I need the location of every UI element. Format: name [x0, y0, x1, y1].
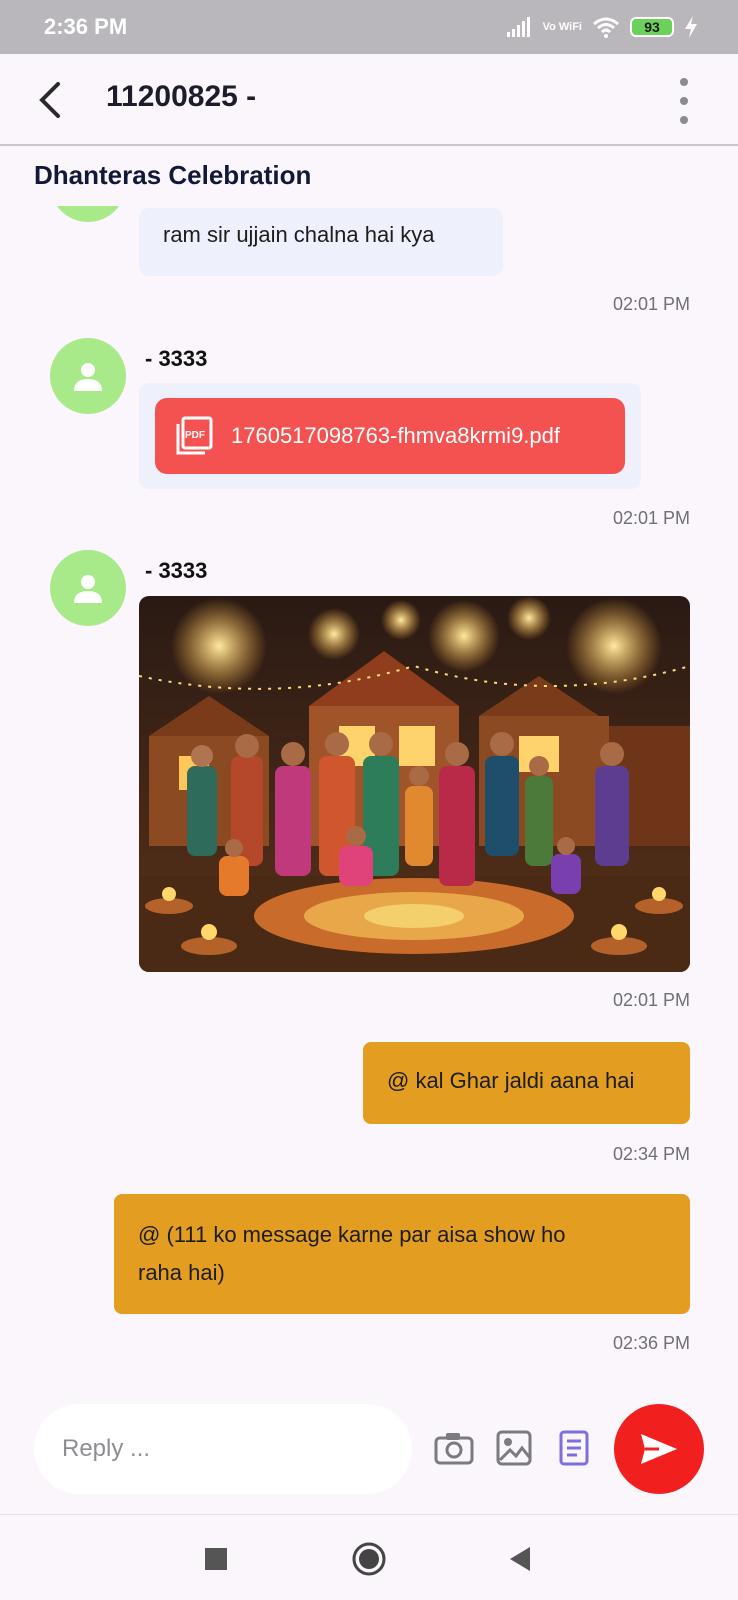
dot-icon	[680, 116, 688, 124]
message-time: 02:01 PM	[612, 990, 690, 1010]
system-navigation-bar	[0, 1514, 738, 1600]
camera-button[interactable]	[432, 1426, 476, 1470]
send-icon	[641, 1434, 677, 1464]
gallery-button[interactable]	[492, 1426, 536, 1470]
file-name: 1760517098763-fhmva8krmi9.pdf	[231, 423, 561, 448]
group-name: Dhanteras Celebration	[34, 160, 312, 190]
message-time: 02:34 PM	[612, 1144, 690, 1164]
camera-icon	[434, 1433, 474, 1465]
avatar	[50, 550, 126, 626]
message-bubble[interactable]: ram sir ujjain chalna hai kya	[139, 208, 503, 276]
back-arrow-icon	[39, 82, 60, 118]
recents-button[interactable]	[196, 1539, 236, 1579]
outgoing-message-bubble[interactable]: @ kal Ghar jaldi aana hai	[363, 1042, 690, 1124]
reply-input[interactable]	[34, 1404, 412, 1494]
wifi-icon	[593, 17, 619, 38]
pdf-icon: PDF	[176, 416, 213, 455]
message-text-line: raha hai)	[138, 1260, 225, 1285]
status-bar: 2:36 PM Vo WiFi 93	[0, 0, 738, 54]
sender-name: - 3333	[145, 558, 208, 583]
app-bar: 11200825 -	[0, 54, 738, 146]
home-button[interactable]	[349, 1539, 389, 1579]
chat-title: 11200825 -	[106, 80, 257, 113]
status-icons: Vo WiFi 93	[506, 16, 698, 38]
avatar	[50, 338, 126, 414]
message-text: @ kal Ghar jaldi aana hai	[387, 1068, 635, 1093]
document-button[interactable]	[552, 1426, 596, 1470]
sender-name: - 3333	[145, 346, 208, 371]
charging-icon	[685, 16, 697, 38]
circle-icon	[352, 1542, 386, 1576]
document-icon	[559, 1430, 589, 1466]
send-button[interactable]	[614, 1404, 704, 1494]
person-icon	[74, 363, 102, 391]
back-button[interactable]	[30, 78, 70, 122]
battery-indicator: 93	[630, 17, 674, 37]
dot-icon	[680, 78, 688, 86]
message-time: 02:01 PM	[612, 508, 690, 528]
more-options-button[interactable]	[664, 74, 704, 128]
diwali-family-image	[139, 596, 690, 972]
message-text-line: @ (111 ko message karne par aisa show ho	[138, 1222, 566, 1247]
person-icon	[74, 575, 102, 603]
message-time: 02:01 PM	[612, 294, 690, 314]
pdf-icon-label: PDF	[185, 430, 205, 441]
image-icon	[496, 1430, 532, 1466]
signal-icon	[506, 17, 530, 37]
vowifi-indicator: Vo WiFi	[542, 21, 582, 33]
back-nav-button[interactable]	[500, 1539, 540, 1579]
status-time: 2:36 PM	[44, 14, 128, 39]
message-text: ram sir ujjain chalna hai kya	[163, 222, 435, 247]
triangle-back-icon	[510, 1547, 530, 1571]
image-attachment[interactable]	[139, 596, 690, 972]
composer	[0, 1396, 738, 1514]
pdf-attachment[interactable]: PDF 1760517098763-fhmva8krmi9.pdf	[155, 398, 625, 474]
dot-icon	[680, 97, 688, 105]
message-time: 02:36 PM	[612, 1333, 690, 1353]
outgoing-message-bubble[interactable]: @ (111 ko message karne par aisa show ho…	[114, 1194, 690, 1314]
square-icon	[205, 1548, 227, 1570]
